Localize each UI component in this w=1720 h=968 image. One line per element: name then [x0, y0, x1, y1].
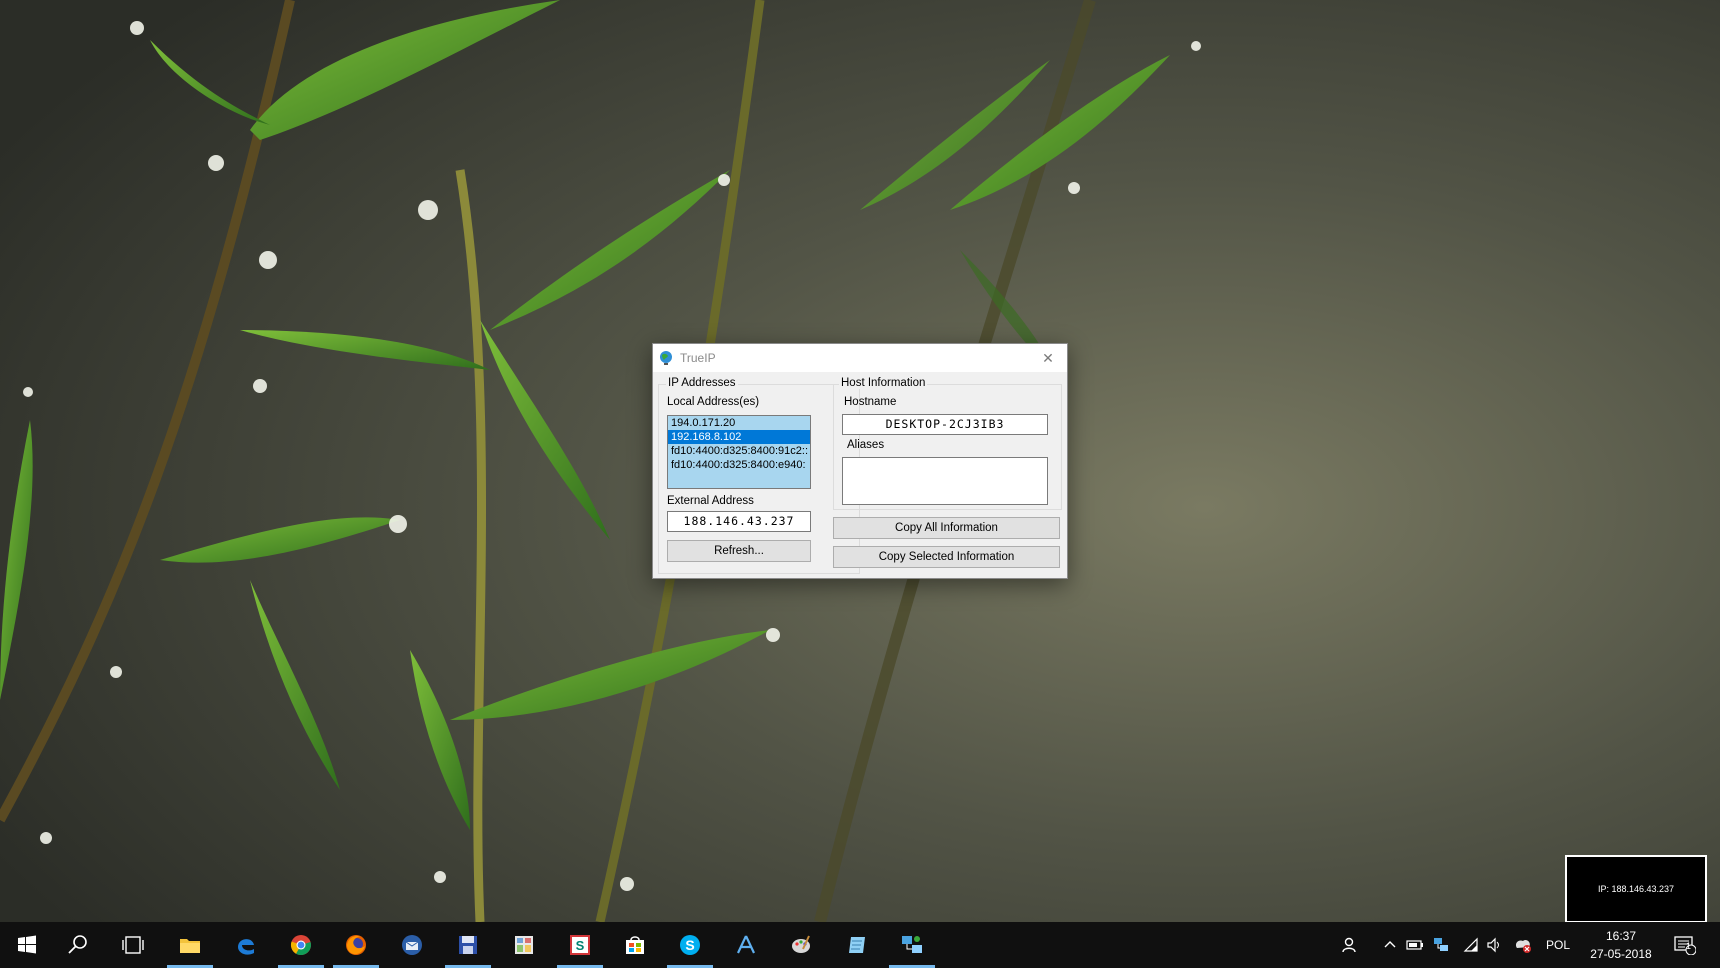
- svg-text:S: S: [576, 938, 585, 953]
- search-icon[interactable]: [53, 922, 103, 968]
- local-address-item[interactable]: fd10:4400:d325:8400:e940:: [668, 458, 810, 472]
- volume-icon[interactable]: [1486, 934, 1504, 956]
- start-icon[interactable]: [2, 922, 52, 968]
- chrome-icon[interactable]: [276, 922, 326, 968]
- local-addresses-listbox[interactable]: 194.0.171.20 192.168.8.102 fd10:4400:d325:…: [667, 415, 811, 489]
- clock-time: 16:37: [1605, 929, 1637, 943]
- app-store-icon[interactable]: [721, 922, 771, 968]
- task-view-icon[interactable]: [108, 922, 158, 968]
- antivirus-icon[interactable]: [1514, 934, 1532, 956]
- network-monitor-icon[interactable]: [1432, 934, 1450, 956]
- calculator-app-icon[interactable]: [499, 922, 549, 968]
- close-icon[interactable]: ✕: [1029, 344, 1067, 372]
- taskbar: S S POL 16:37 27-05-2018 1: [0, 922, 1720, 968]
- local-address-item[interactable]: 194.0.171.20: [668, 416, 810, 430]
- battery-icon[interactable]: [1406, 934, 1424, 956]
- globe-icon: [660, 351, 672, 365]
- trueip-window: TrueIP ✕ IP Addresses Local Address(es) …: [652, 343, 1068, 579]
- hostname-field[interactable]: DESKTOP-2CJ3IB3: [842, 414, 1048, 435]
- chevron-up-icon[interactable]: [1381, 934, 1399, 956]
- notepad-icon[interactable]: [832, 922, 882, 968]
- action-center-icon[interactable]: 1: [1672, 934, 1698, 956]
- notifications-count: 1: [1686, 941, 1692, 951]
- external-address-field[interactable]: 188.146.43.237: [667, 511, 811, 532]
- ip-overlay-widget[interactable]: IP: 188.146.43.237: [1565, 855, 1707, 923]
- local-address-item[interactable]: 192.168.8.102: [668, 430, 810, 444]
- local-addresses-label: Local Address(es): [667, 396, 760, 408]
- refresh-button[interactable]: Refresh...: [667, 540, 811, 562]
- firefox-icon[interactable]: [331, 922, 381, 968]
- local-address-item[interactable]: fd10:4400:d325:8400:91c2::: [668, 444, 810, 458]
- aliases-label: Aliases: [847, 439, 885, 451]
- language-indicator[interactable]: POL: [1543, 934, 1573, 956]
- svg-text:S: S: [685, 937, 694, 953]
- skype-icon[interactable]: S: [665, 922, 715, 968]
- people-icon[interactable]: [1340, 934, 1358, 956]
- copy-selected-information-button[interactable]: Copy Selected Information: [833, 546, 1060, 568]
- wifi-icon[interactable]: [1462, 934, 1480, 956]
- ip-overlay-text: IP: 188.146.43.237: [1597, 884, 1675, 894]
- sway-icon[interactable]: S: [555, 922, 605, 968]
- floppy-save-icon[interactable]: [443, 922, 493, 968]
- store-icon[interactable]: [610, 922, 660, 968]
- clock[interactable]: 16:37 27-05-2018: [1580, 927, 1662, 963]
- network-tool-icon[interactable]: [887, 922, 937, 968]
- external-address-label: External Address: [667, 495, 754, 507]
- hostname-label: Hostname: [844, 396, 897, 408]
- file-explorer-icon[interactable]: [165, 922, 215, 968]
- paint-icon[interactable]: [776, 922, 826, 968]
- copy-all-information-button[interactable]: Copy All Information: [833, 517, 1060, 539]
- host-information-group-label: Host Information: [839, 377, 928, 389]
- aliases-field[interactable]: [842, 457, 1048, 505]
- title-bar[interactable]: TrueIP ✕: [653, 344, 1067, 372]
- ip-addresses-group-label: IP Addresses: [666, 377, 738, 389]
- clock-date: 27-05-2018: [1590, 947, 1652, 961]
- edge-icon[interactable]: [221, 922, 271, 968]
- window-title: TrueIP: [680, 351, 716, 365]
- thunderbird-icon[interactable]: [387, 922, 437, 968]
